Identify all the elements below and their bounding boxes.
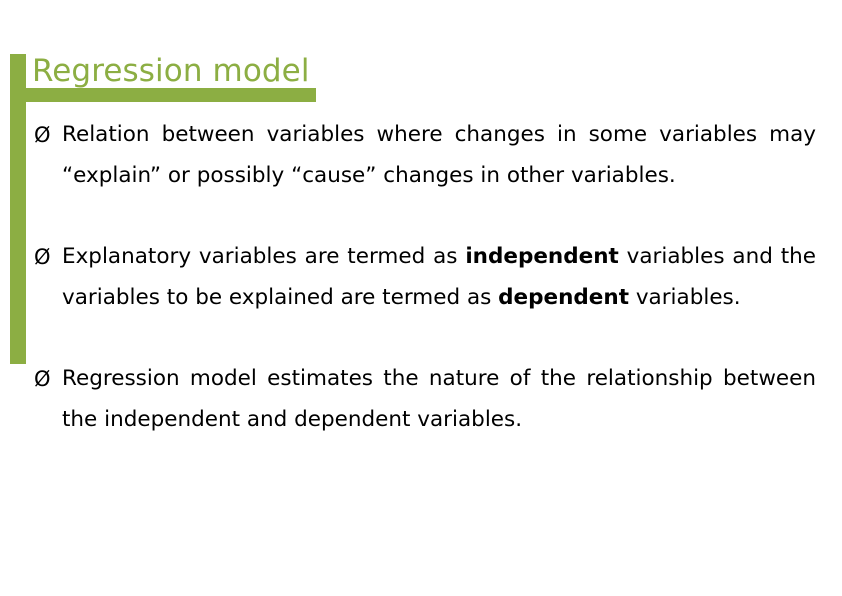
bullet-segment: Regression model estimates the nature of…	[62, 366, 816, 432]
bullet-segment: variables.	[628, 284, 741, 310]
bullet-text-relation: Relation between variables where changes…	[62, 115, 816, 196]
bullet-segment-bold: independent	[465, 244, 619, 269]
bullet-item-relation: Ø Relation between variables where chang…	[34, 115, 816, 196]
page-title: Regression model	[32, 53, 310, 89]
bullet-segment: Explanatory variables are termed as	[62, 244, 466, 269]
slide: Regression model Ø Relation between vari…	[0, 0, 842, 596]
bullet-segment: Relation between variables where changes…	[62, 122, 816, 188]
bullet-glyph-icon: Ø	[34, 367, 51, 391]
slide-body: Ø Relation between variables where chang…	[34, 115, 816, 440]
bullet-text-explanatory: Explanatory variables are termed as inde…	[62, 237, 816, 318]
bullet-item-estimates: Ø Regression model estimates the nature …	[34, 359, 816, 440]
bullet-glyph-icon: Ø	[34, 245, 51, 269]
bullet-segment-bold: dependent	[498, 284, 629, 310]
bullet-item-explanatory: Ø Explanatory variables are termed as in…	[34, 237, 816, 318]
bullet-glyph-icon: Ø	[34, 123, 51, 147]
accent-horizontal-bar	[22, 88, 316, 102]
bullet-text-estimates: Regression model estimates the nature of…	[62, 359, 816, 440]
